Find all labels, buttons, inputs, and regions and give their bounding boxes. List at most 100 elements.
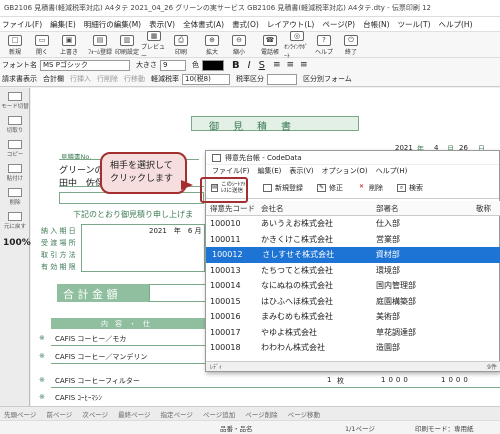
page-nav-2[interactable]: 次ページ bbox=[82, 409, 108, 419]
delete-button[interactable]: 削除 bbox=[1, 186, 29, 208]
page-nav-1[interactable]: 前ページ bbox=[46, 409, 72, 419]
dialog-menu-item-0[interactable]: ファイル(F) bbox=[212, 166, 250, 176]
tax-kubun-select[interactable] bbox=[267, 73, 297, 85]
toolbar-button-10[interactable]: ◎ ｵﾝﾗｲﾝｻﾎﾟｰﾄ bbox=[284, 30, 310, 60]
item-4[interactable]: CAFIS ｺｰﾋｰﾏｼﾝ bbox=[55, 393, 102, 403]
table-row[interactable]: 100017 やゆよ株式会社 草花調達部 bbox=[206, 325, 500, 341]
col-department[interactable]: 部署名 bbox=[376, 203, 476, 214]
page-nav-6[interactable]: ページ削除 bbox=[245, 409, 277, 419]
col-company-name[interactable]: 会社名 bbox=[261, 203, 376, 214]
table-cell: 美術部 bbox=[376, 312, 400, 322]
table-row[interactable]: 100012 さしすせそ株式会社 資材部 bbox=[206, 247, 500, 263]
menu-item-10[interactable]: ヘルプ(H) bbox=[439, 19, 473, 30]
menu-item-0[interactable]: ファイル(F) bbox=[2, 19, 42, 30]
toolbar-button-2[interactable]: ▣ 上書き bbox=[56, 32, 82, 58]
invoice-display-button[interactable]: 請求書表示 bbox=[2, 74, 37, 84]
move-row-button[interactable]: 行移動 bbox=[124, 74, 145, 84]
footer-bar: 品番・品名 1/1ページ 印刷モード：専用紙 bbox=[0, 420, 500, 434]
dialog-menu-item-4[interactable]: ヘルプ(H) bbox=[376, 166, 408, 176]
menu-item-5[interactable]: 書式(O) bbox=[232, 19, 259, 30]
menu-item-3[interactable]: 表示(V) bbox=[149, 19, 175, 30]
toolbar-button-5[interactable]: ▦ プレビュー bbox=[141, 30, 167, 60]
edit-button[interactable]: ✎ 修正 bbox=[312, 179, 348, 197]
toolbar-label-5: プレビュー bbox=[141, 43, 166, 60]
paste-button[interactable]: 貼付け bbox=[1, 162, 29, 184]
bold-button[interactable]: B bbox=[232, 60, 240, 71]
item-2[interactable]: CAFIS コーヒー／マンデリン bbox=[55, 352, 147, 362]
dialog-menu-item-3[interactable]: オプション(O) bbox=[322, 166, 368, 176]
table-row[interactable]: 100010 あいうえお株式会社 仕入部 bbox=[206, 216, 500, 232]
table-row[interactable]: 100016 まみむめも株式会社 美術部 bbox=[206, 309, 500, 325]
page-nav-0[interactable]: 先頭ページ bbox=[4, 409, 36, 419]
underline-button[interactable]: S bbox=[259, 60, 265, 71]
font-size-select[interactable]: 9 bbox=[160, 59, 186, 71]
dialog-menu-item-2[interactable]: 表示(V) bbox=[289, 166, 313, 176]
delivery-date-value: 2021 年 6 月 bbox=[149, 227, 202, 235]
italic-button[interactable]: I bbox=[248, 60, 251, 71]
zoom-level[interactable]: 100% bbox=[3, 238, 31, 248]
search-label: 検索 bbox=[409, 183, 423, 192]
font-toolbar: フォント名 MS Pゴシック 大きさ 9 色 B I S ≡ ≡ ≡ bbox=[0, 58, 500, 72]
table-row[interactable]: 100014 なにぬねの株式会社 国内管理部 bbox=[206, 278, 500, 294]
dialog-menu-item-1[interactable]: 編集(E) bbox=[258, 166, 282, 176]
tax-rate-select[interactable]: 10(税8) bbox=[182, 73, 230, 85]
toolbar-button-6[interactable]: ⎙ 印刷 bbox=[168, 32, 194, 58]
page-nav-7[interactable]: ページ移動 bbox=[288, 409, 320, 419]
align-center-icon[interactable]: ≡ bbox=[286, 60, 294, 70]
toolbar-label-4: 印刷設定 bbox=[114, 48, 139, 56]
copy-button[interactable]: コピー bbox=[1, 138, 29, 160]
align-left-icon[interactable]: ≡ bbox=[273, 60, 281, 70]
item-3-amount[interactable]: 1000 bbox=[441, 376, 471, 384]
toolbar-button-4[interactable]: ▥ 印刷設定 bbox=[114, 32, 140, 58]
dialog-title: 得意先台帳 - CodeData bbox=[225, 153, 302, 162]
insert-row-button[interactable]: 行挿入 bbox=[70, 74, 91, 84]
menu-item-6[interactable]: レイアウト(L) bbox=[267, 19, 315, 30]
menu-item-9[interactable]: ツール(T) bbox=[398, 19, 431, 30]
item-1[interactable]: CAFIS コーヒー／モカ bbox=[55, 334, 126, 344]
col-customer-code[interactable]: 得意先コード bbox=[206, 203, 261, 214]
menu-item-7[interactable]: ページ(P) bbox=[322, 19, 355, 30]
menu-item-2[interactable]: 明細行の編集(M) bbox=[84, 19, 141, 30]
font-color-select[interactable] bbox=[202, 59, 224, 71]
page-nav-5[interactable]: ページ追加 bbox=[203, 409, 235, 419]
toolbar-button-12[interactable]: ⏻ 終了 bbox=[338, 32, 364, 58]
table-cell: 100012 bbox=[212, 250, 243, 260]
undo-button[interactable]: 元に戻す bbox=[1, 210, 29, 232]
item-3-price[interactable]: 1000 bbox=[381, 376, 411, 384]
col-honorific[interactable]: 敬称 bbox=[476, 203, 500, 214]
item-3[interactable]: CAFIS コーヒーフィルター bbox=[55, 376, 140, 386]
dialog-record-count: 9件 bbox=[487, 364, 497, 371]
delete-record-button[interactable]: ✕ 削除 bbox=[352, 179, 388, 197]
toolbar-button-7[interactable]: ⊕ 拡大 bbox=[199, 32, 225, 58]
new-register-button[interactable]: 新規登録 bbox=[258, 179, 308, 197]
delete-row-button[interactable]: 行削除 bbox=[97, 74, 118, 84]
customer-name: グリーンの bbox=[59, 166, 104, 176]
table-row[interactable]: 100013 たちつてと株式会社 環境部 bbox=[206, 263, 500, 279]
mode-switch-button[interactable]: モード切替 bbox=[1, 90, 29, 112]
table-row[interactable]: 100011 かきくけこ株式会社 営業部 bbox=[206, 232, 500, 248]
align-right-icon[interactable]: ≡ bbox=[300, 60, 308, 70]
table-row[interactable]: 100015 はひふへほ株式会社 庭園構築部 bbox=[206, 294, 500, 310]
menu-item-1[interactable]: 編集(E) bbox=[50, 19, 76, 30]
main-toolbar: □ 新規 ▭ 開く ▣ 上書き ▤ ﾌｫｰﾑ登録 ▥ 印刷設定 ▦ プレビュー ⎙ 印刷 ⊕ 拡大 ⊖ 縮小 ☎ 電話… bbox=[0, 30, 500, 60]
page-nav-3[interactable]: 最終ページ bbox=[118, 409, 150, 419]
item-3-unit[interactable]: 枚 bbox=[337, 376, 344, 386]
toolbar-button-0[interactable]: □ 新規 bbox=[2, 32, 28, 58]
menu-item-4[interactable]: 全体書式(A) bbox=[183, 19, 224, 30]
table-cell: 庭園構築部 bbox=[376, 296, 416, 306]
toolbar-button-3[interactable]: ▤ ﾌｫｰﾑ登録 bbox=[87, 32, 113, 58]
cut-button[interactable]: 切取り bbox=[1, 114, 29, 136]
toolbar-button-9[interactable]: ☎ 電話帳 bbox=[257, 32, 283, 58]
table-row[interactable]: 100018 わわわん株式会社 造園部 bbox=[206, 340, 500, 356]
font-select[interactable]: MS Pゴシック bbox=[40, 59, 130, 71]
page-nav-4[interactable]: 指定ページ bbox=[161, 409, 193, 419]
toolbar-button-11[interactable]: ? ヘルプ bbox=[311, 32, 337, 58]
menu-item-8[interactable]: 台帳(N) bbox=[363, 19, 389, 30]
estimate-phrase: 下記のとおり御見積り申し上げま bbox=[73, 210, 193, 219]
toolbar-button-1[interactable]: ▭ 開く bbox=[29, 32, 55, 58]
total-column-button[interactable]: 合計欄 bbox=[43, 74, 64, 84]
table-cell: 草花調達部 bbox=[376, 327, 416, 337]
search-button[interactable]: ⌕ 検索 bbox=[392, 179, 428, 197]
toolbar-button-8[interactable]: ⊖ 縮小 bbox=[226, 32, 252, 58]
item-3-qty[interactable]: 1 bbox=[327, 376, 331, 384]
